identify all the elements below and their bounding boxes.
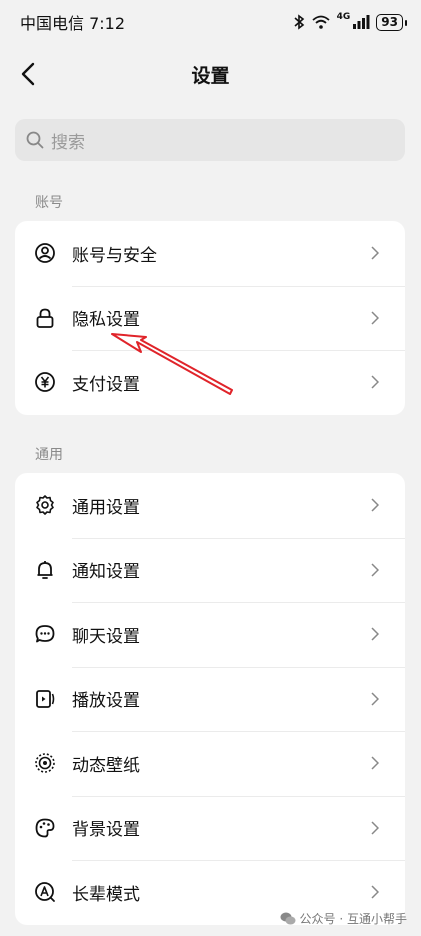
- user-circle-icon: [33, 241, 57, 265]
- chat-bubble-icon: [33, 622, 57, 646]
- chevron-right-icon: [371, 627, 383, 641]
- row-label: 支付设置: [72, 374, 140, 395]
- watermark-text: 公众号 · 互通小帮手: [299, 912, 407, 926]
- chevron-right-icon: [371, 756, 383, 770]
- search-icon: [26, 131, 44, 149]
- section-label-account: 账号: [35, 195, 63, 211]
- settings-row-notification[interactable]: 通知设置: [15, 537, 405, 603]
- play-device-icon: [33, 687, 57, 711]
- chevron-right-icon: [371, 311, 383, 325]
- settings-row-playback[interactable]: 播放设置: [15, 666, 405, 732]
- row-label: 通用设置: [72, 497, 140, 518]
- settings-row-live-wallpaper[interactable]: 动态壁纸: [15, 731, 405, 796]
- lock-icon: [33, 306, 57, 330]
- settings-row-privacy[interactable]: 隐私设置: [15, 285, 405, 351]
- settings-row-account-security[interactable]: 账号与安全: [15, 221, 405, 286]
- row-label: 账号与安全: [72, 245, 157, 266]
- account-card: 账号与安全 隐私设置 支付设置: [15, 221, 405, 415]
- row-label: 播放设置: [72, 691, 140, 712]
- wechat-icon: [280, 912, 296, 925]
- settings-row-background[interactable]: 背景设置: [15, 795, 405, 861]
- chevron-right-icon: [371, 885, 383, 899]
- nav-bar: 设置: [0, 48, 421, 100]
- general-card: 通用设置 通知设置 聊天设置 播放设置 动态壁纸 背景设置 长辈模式: [15, 473, 405, 925]
- live-wallpaper-icon: [33, 751, 57, 775]
- network-type: 4G: [336, 12, 351, 22]
- status-bar: 中国电信 7:12 4G 93: [0, 0, 421, 44]
- row-label: 隐私设置: [72, 310, 140, 331]
- page-title: 设置: [191, 64, 230, 87]
- chevron-right-icon: [371, 498, 383, 512]
- row-label: 通知设置: [72, 562, 140, 583]
- chevron-right-icon: [371, 821, 383, 835]
- search-input[interactable]: 搜索: [15, 119, 405, 161]
- chevron-right-icon: [371, 375, 383, 389]
- carrier-time: 中国电信 7:12: [20, 14, 126, 33]
- settings-row-chat[interactable]: 聊天设置: [15, 602, 405, 667]
- chevron-right-icon: [371, 692, 383, 706]
- settings-row-payment[interactable]: 支付设置: [15, 350, 405, 415]
- row-label: 聊天设置: [72, 626, 140, 647]
- bluetooth-icon: [294, 14, 304, 30]
- bell-icon: [33, 558, 57, 582]
- settings-row-general[interactable]: 通用设置: [15, 473, 405, 538]
- palette-icon: [33, 816, 57, 840]
- battery-indicator: 93: [376, 13, 407, 31]
- yen-circle-icon: [33, 370, 57, 394]
- section-label-general: 通用: [35, 447, 63, 463]
- row-label: 背景设置: [72, 820, 140, 841]
- chevron-right-icon: [371, 246, 383, 260]
- back-button[interactable]: [8, 54, 48, 94]
- gear-icon: [33, 493, 57, 517]
- search-placeholder: 搜索: [51, 132, 85, 153]
- back-arrow-icon: [21, 62, 35, 86]
- elder-mode-icon: [33, 880, 57, 904]
- signal-icon: [353, 15, 370, 29]
- row-label: 长辈模式: [72, 884, 140, 905]
- wifi-icon: [312, 15, 330, 29]
- status-icons: 4G 93: [293, 12, 407, 31]
- chevron-right-icon: [371, 563, 383, 577]
- row-label: 动态壁纸: [72, 755, 140, 776]
- watermark: 公众号 · 互通小帮手: [280, 910, 407, 927]
